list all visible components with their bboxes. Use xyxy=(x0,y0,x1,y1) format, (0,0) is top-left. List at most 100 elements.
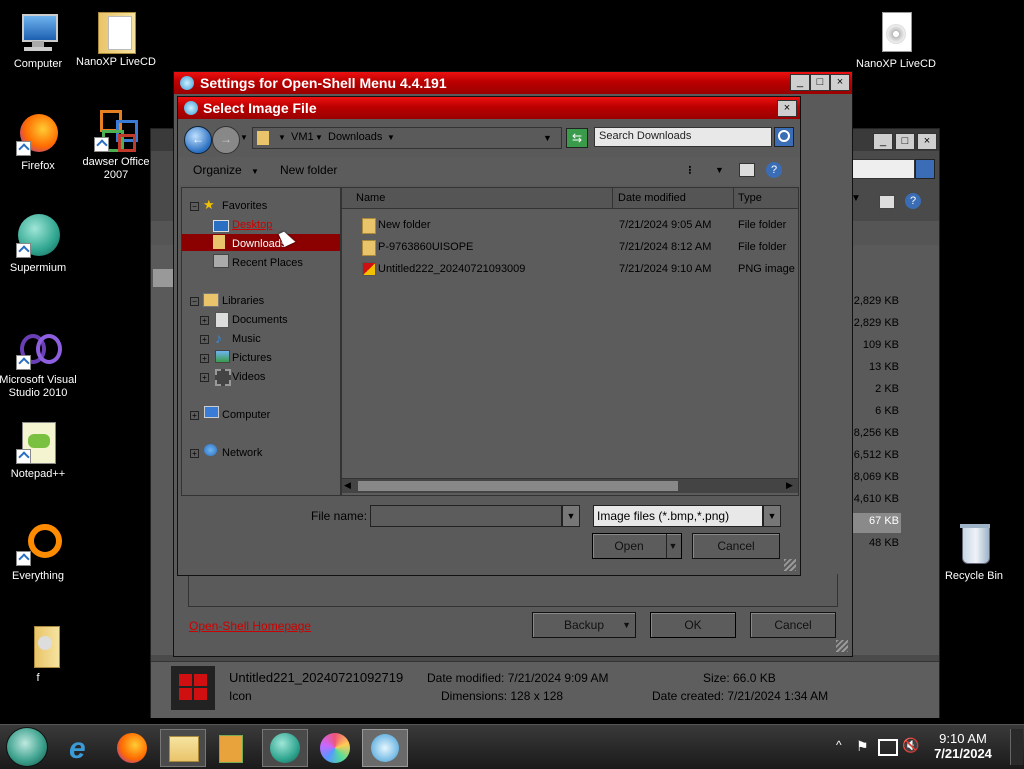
navigation-pane[interactable]: − ★ Favorites Desktop Downloads Recent P… xyxy=(181,187,341,496)
nav-recent-places[interactable]: Recent Places xyxy=(232,257,303,269)
maximize-button[interactable]: □ xyxy=(895,133,915,150)
desktop-icon-visual-studio[interactable]: Microsoft Visual Studio 2010 xyxy=(0,326,83,400)
scroll-left-icon[interactable]: ◀ xyxy=(344,480,351,491)
desktop-icon-nanoxp-folder[interactable]: NanoXP LiveCD xyxy=(71,8,161,69)
organize-button[interactable]: Organize ▼ xyxy=(193,163,259,177)
taskbar-supermium[interactable] xyxy=(262,729,308,767)
filetype-dropdown-icon[interactable]: ▼ xyxy=(763,505,781,527)
desktop-icon-f-folder[interactable]: f xyxy=(0,624,83,685)
nav-music[interactable]: Music xyxy=(232,333,261,345)
show-hidden-icons-button[interactable]: ^ xyxy=(836,738,842,752)
history-dropdown-icon[interactable]: ▼ xyxy=(240,133,248,142)
address-dropdown-icon[interactable]: ▼ xyxy=(543,130,552,146)
settings-titlebar[interactable]: Settings for Open-Shell Menu 4.4.191 xyxy=(174,72,852,94)
column-header-name[interactable]: Name xyxy=(356,192,385,204)
new-folder-button[interactable]: New folder xyxy=(280,163,337,177)
column-header-date[interactable]: Date modified xyxy=(618,192,686,204)
expand-icon[interactable]: + xyxy=(200,373,209,382)
open-button[interactable]: Open ▼ xyxy=(592,533,682,559)
scrollbar-thumb[interactable] xyxy=(358,481,678,491)
scroll-right-icon[interactable]: ▶ xyxy=(786,480,793,491)
horizontal-scrollbar[interactable]: ◀ ▶ xyxy=(342,478,798,493)
search-icon[interactable] xyxy=(774,127,794,147)
clock[interactable]: 9:10 AM 7/21/2024 xyxy=(928,731,998,761)
collapse-icon[interactable]: − xyxy=(190,297,199,306)
homepage-link[interactable]: Open-Shell Homepage xyxy=(189,619,311,633)
search-input[interactable]: Search Downloads xyxy=(594,127,772,147)
start-button[interactable] xyxy=(6,727,48,767)
preview-pane-icon[interactable] xyxy=(879,195,895,209)
view-options-icon[interactable]: ⁝ xyxy=(688,163,692,177)
ok-button[interactable]: OK xyxy=(650,612,736,638)
refresh-button[interactable]: ⇆ xyxy=(566,128,588,148)
expand-icon[interactable]: + xyxy=(200,316,209,325)
desktop-icon-everything[interactable]: Everything xyxy=(0,522,83,583)
file-row[interactable]: Untitled222_20240721093009 7/21/2024 9:1… xyxy=(342,260,798,280)
desktop-icon-supermium[interactable]: Supermium xyxy=(0,214,83,275)
desktop-icon-notepadpp[interactable]: Notepad++ xyxy=(0,420,83,481)
forward-button[interactable]: → xyxy=(212,126,240,154)
taskbar-open-shell-settings[interactable] xyxy=(362,729,408,767)
close-button[interactable]: × xyxy=(777,100,797,117)
minimize-button[interactable]: _ xyxy=(873,133,893,150)
desktop-icon-office[interactable]: dawser Office 2007 xyxy=(71,108,161,182)
nav-pictures[interactable]: Pictures xyxy=(232,352,272,364)
nav-libraries[interactable]: Libraries xyxy=(222,295,264,307)
breadcrumb-downloads[interactable]: Downloads xyxy=(328,131,382,143)
preview-pane-icon[interactable] xyxy=(739,163,755,177)
expand-icon[interactable]: + xyxy=(190,449,199,458)
file-list[interactable]: Name Date modified Type New folder 7/21/… xyxy=(341,187,799,496)
chevron-down-icon[interactable]: ▼ xyxy=(715,165,724,175)
backup-button[interactable]: Backup ▼ xyxy=(532,612,636,638)
file-row[interactable]: New folder 7/21/2024 9:05 AM File folder xyxy=(342,216,798,236)
file-row[interactable]: P-9763860UISOPE 7/21/2024 8:12 AM File f… xyxy=(342,238,798,258)
taskbar-firefox[interactable] xyxy=(110,729,156,767)
nav-favorites[interactable]: Favorites xyxy=(222,200,267,212)
column-header-type[interactable]: Type xyxy=(738,192,762,204)
collapse-icon[interactable]: − xyxy=(190,202,199,211)
nav-videos[interactable]: Videos xyxy=(232,371,265,383)
filename-input[interactable] xyxy=(370,505,562,527)
taskbar-media-player[interactable] xyxy=(208,729,254,767)
taskbar-dvd[interactable] xyxy=(312,729,358,767)
cancel-button[interactable]: Cancel xyxy=(692,533,780,559)
nav-downloads[interactable]: Downloads xyxy=(232,238,286,250)
nav-desktop[interactable]: Desktop xyxy=(232,219,272,231)
resize-grip[interactable] xyxy=(836,640,848,652)
select-image-dialog[interactable]: Select Image File × ← → ▼ ▼ VM1 ▼ Downlo… xyxy=(177,96,801,576)
back-button[interactable]: ← xyxy=(184,126,212,154)
expand-icon[interactable]: + xyxy=(200,354,209,363)
search-icon[interactable] xyxy=(915,159,935,179)
resize-grip[interactable] xyxy=(784,559,796,571)
taskbar-internet-explorer[interactable]: e xyxy=(62,729,108,767)
minimize-button[interactable]: _ xyxy=(790,74,810,91)
filename-dropdown-icon[interactable]: ▼ xyxy=(562,505,580,527)
search-input[interactable] xyxy=(851,159,915,179)
show-desktop-button[interactable] xyxy=(1010,729,1023,765)
chevron-down-icon[interactable]: ▼ xyxy=(666,534,679,558)
help-icon[interactable]: ? xyxy=(766,162,782,178)
network-icon[interactable] xyxy=(878,739,898,756)
cancel-button[interactable]: Cancel xyxy=(750,612,836,638)
action-center-flag-icon[interactable]: ⚑ xyxy=(856,738,869,755)
desktop-icon-nanoxp-disc[interactable]: NanoXP LiveCD xyxy=(851,10,941,71)
nav-network[interactable]: Network xyxy=(222,447,262,459)
maximize-button[interactable]: □ xyxy=(810,74,830,91)
dialog-titlebar[interactable]: Select Image File xyxy=(178,97,800,119)
expand-icon[interactable]: + xyxy=(190,411,199,420)
app-icon xyxy=(180,76,194,90)
nav-computer[interactable]: Computer xyxy=(222,409,270,421)
column-divider[interactable] xyxy=(612,188,613,208)
filetype-select[interactable]: Image files (*.bmp,*.png) xyxy=(593,505,763,527)
nav-documents[interactable]: Documents xyxy=(232,314,288,326)
volume-muted-icon[interactable]: 🔇 xyxy=(902,737,919,754)
desktop-icon-recycle-bin[interactable]: Recycle Bin xyxy=(929,522,1019,583)
close-button[interactable]: × xyxy=(917,133,937,150)
close-button[interactable]: × xyxy=(830,74,850,91)
taskbar-explorer[interactable] xyxy=(160,729,206,767)
expand-icon[interactable]: + xyxy=(200,335,209,344)
help-icon[interactable]: ? xyxy=(905,193,921,209)
breadcrumb-vm1[interactable]: VM1 xyxy=(291,131,314,143)
column-divider[interactable] xyxy=(733,188,734,208)
address-bar[interactable]: ▼ VM1 ▼ Downloads ▼ ▼ xyxy=(252,127,562,149)
